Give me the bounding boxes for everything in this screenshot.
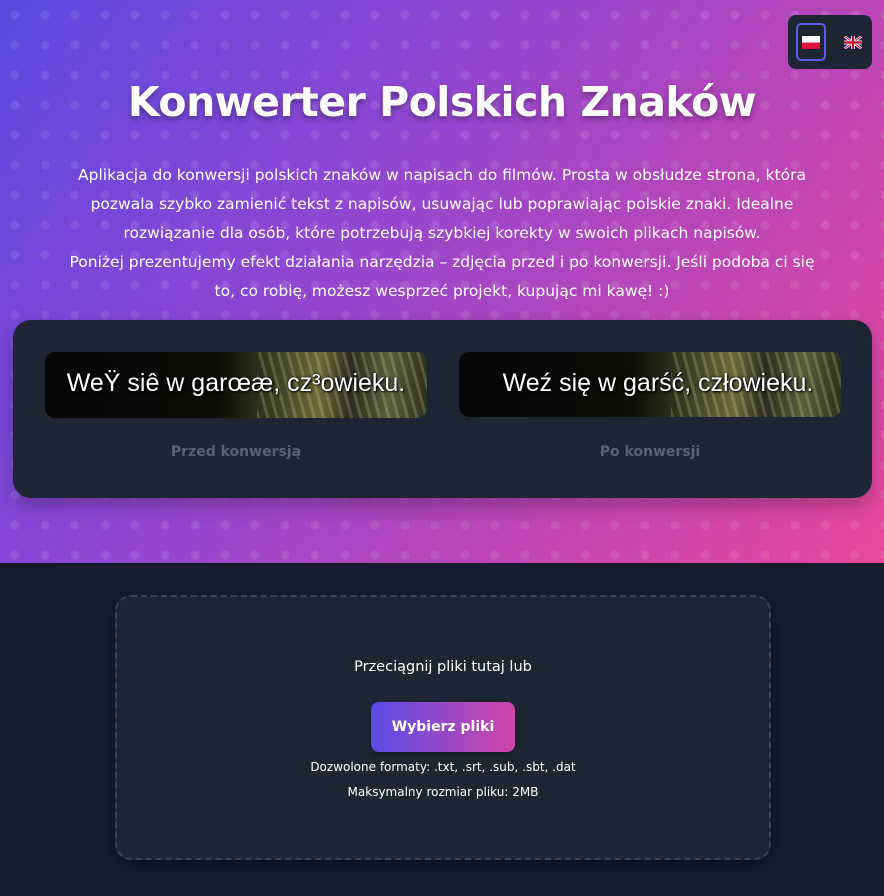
allowed-formats-text: Dozwolone formaty: .txt, .srt, .sub, .sb… [310,760,576,774]
uk-flag-icon [844,35,862,49]
comparison-before: WeŸ siê w garœæ, cz³owieku. Przed konwer… [45,352,427,460]
max-file-size-text: Maksymalny rozmiar pliku: 2MB [347,785,539,799]
description-line: Poniżej prezentujemy efekt działania nar… [69,253,815,271]
description-line: to, co robię, możesz wesprzeć projekt, k… [214,282,670,300]
description-line: pozwala szybko zamienić tekst z napisów,… [90,195,794,213]
language-polish-button[interactable] [796,23,826,61]
page-description: Aplikacja do konwersji polskich znaków w… [52,161,832,306]
before-caption: Przed konwersją [170,444,302,460]
file-drop-zone[interactable]: Przeciągnij pliki tutaj lub Wybierz plik… [115,595,771,860]
comparison-after: Weź się w garść, człowieku. Po konwersji [459,352,841,460]
after-conversion-image: Weź się w garść, człowieku. [459,352,841,417]
description-line: rozwiązanie dla osób, które potrzebują s… [123,224,761,242]
hero-section: Konwerter Polskich Znaków Aplikacja do k… [0,0,884,563]
language-english-button[interactable] [838,23,868,61]
before-subtitle-text: WeŸ siê w garœæ, cz³owieku. [66,369,406,397]
choose-files-button[interactable]: Wybierz pliki [371,702,515,752]
polish-flag-icon [802,35,820,49]
after-subtitle-text: Weź się w garść, człowieku. [502,369,814,397]
after-caption: Po konwersji [599,444,701,460]
comparison-card: WeŸ siê w garœæ, cz³owieku. Przed konwer… [13,320,872,498]
drop-instructions: Przeciągnij pliki tutaj lub [354,659,532,675]
description-line: Aplikacja do konwersji polskich znaków w… [78,166,806,184]
language-switcher [788,15,872,69]
page-title: Konwerter Polskich Znaków [127,78,757,126]
before-conversion-image: WeŸ siê w garœæ, cz³owieku. [45,352,427,418]
